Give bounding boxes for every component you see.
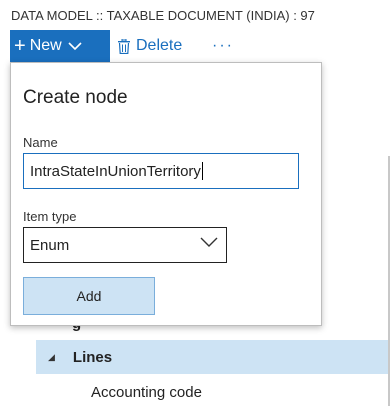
tree-item-lines[interactable]: ◢ Lines [36,340,388,374]
delete-button-label: Delete [136,37,183,54]
action-toolbar: + New Delete ··· [0,30,390,62]
name-field-value: IntraStateInUnionTerritory [30,162,201,180]
add-button[interactable]: Add [23,277,155,315]
tree-item-label: Accounting code [91,383,202,401]
breadcrumb: DATA MODEL :: TAXABLE DOCUMENT (INDIA) :… [11,8,315,23]
plus-icon: + [14,35,26,57]
chevron-down-icon [68,41,82,51]
name-field[interactable]: IntraStateInUnionTerritory [23,153,299,189]
delete-button[interactable]: Delete [118,30,182,62]
item-type-label: Item type [23,209,77,224]
new-button-label: New [29,37,62,54]
tree-item-label: Lines [72,348,113,366]
name-field-label: Name [23,135,58,150]
more-options-button[interactable]: ··· [212,30,234,62]
item-type-select[interactable]: Enum [23,227,227,263]
item-type-value: Enum [30,236,70,254]
create-node-panel: Create node Name IntraStateInUnionTerrit… [10,62,322,326]
new-button[interactable]: + New [10,30,110,62]
text-caret [201,162,203,180]
collapse-triangle-icon[interactable]: ◢ [48,352,55,363]
tree-item-accounting-code[interactable]: Accounting code [0,375,388,406]
data-model-designer: DATA MODEL :: TAXABLE DOCUMENT (INDIA) :… [0,0,390,406]
chevron-down-icon [200,237,218,248]
panel-title: Create node [23,87,128,108]
trash-icon [118,38,130,54]
